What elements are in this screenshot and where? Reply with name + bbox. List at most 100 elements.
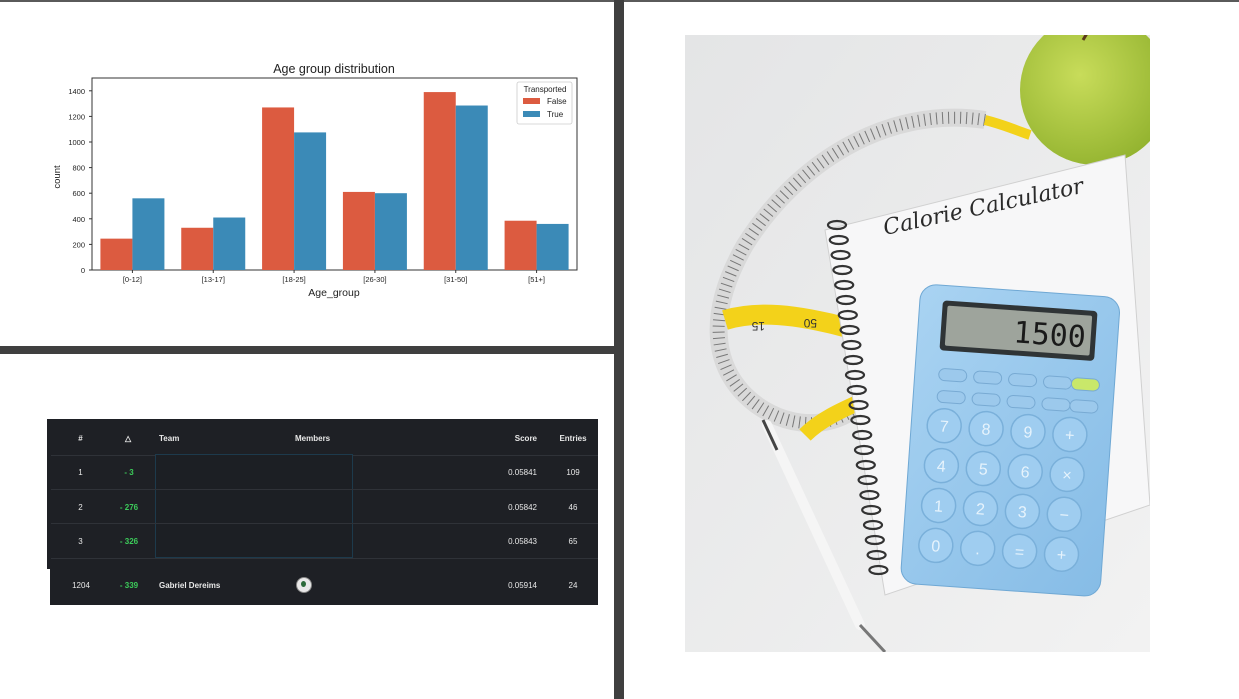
- header-score: Score: [514, 434, 537, 443]
- tape-mark-50: 50: [803, 316, 817, 330]
- calculator-key-label: 3: [1017, 504, 1027, 522]
- calculator-key-label: 1: [933, 498, 943, 516]
- calculator-key-label: 2: [975, 501, 985, 519]
- y-tick-label: 1400: [68, 87, 85, 96]
- function-key: [971, 392, 1001, 407]
- row-score: 0.05843: [508, 537, 537, 546]
- tape-mark-15: 15: [751, 319, 765, 333]
- bar-true-4: [455, 105, 488, 271]
- chart-panel: Age group distribution 0 200 400 600 800 1000…: [0, 2, 614, 346]
- x-axis-label: Age_group: [308, 287, 360, 299]
- x-tick-label: [31-50]: [444, 275, 467, 284]
- bar-true-0: [132, 198, 165, 270]
- photo-illustration: 15 50 Calorie Calculator 1500 7 8 9 +4 5 6 ×1 2…: [685, 15, 1170, 654]
- bar-true-2: [294, 132, 327, 270]
- calculator: 1500 7 8 9 +4 5 6 ×1 2 3 −0. = +: [900, 284, 1120, 597]
- function-key: [1041, 397, 1071, 412]
- calculator-key-label: 9: [1023, 424, 1033, 442]
- bar-false-1: [181, 227, 214, 270]
- function-key: [973, 370, 1003, 385]
- calculator-key-label: 7: [939, 418, 949, 436]
- bar-true-3: [374, 193, 407, 270]
- row-rank: 2: [78, 503, 83, 512]
- row-score: 0.05842: [508, 503, 537, 512]
- function-key: [1008, 373, 1038, 388]
- function-key: [1006, 394, 1036, 410]
- y-tick-label: 1200: [68, 112, 85, 121]
- user-team-name[interactable]: Gabriel Dereims: [159, 581, 220, 590]
- calculator-key-label: +: [1065, 427, 1076, 445]
- header-members: Members: [295, 434, 331, 443]
- bar-false-4: [423, 92, 456, 270]
- age-group-chart: Age group distribution 0 200 400 600 800 1000…: [52, 62, 578, 299]
- legend-label-true: True: [547, 110, 564, 119]
- row-score: 0.05841: [508, 468, 537, 477]
- display-value: 1500: [1012, 315, 1087, 355]
- x-tick-label: [26-30]: [363, 275, 386, 284]
- current-user-marker: [47, 569, 50, 605]
- row-divider: [51, 489, 598, 490]
- y-tick-label: 0: [81, 266, 85, 275]
- row-entries: 109: [566, 468, 580, 477]
- row-entries: 46: [568, 503, 578, 512]
- legend-swatch-false: [523, 98, 540, 104]
- header-entries: Entries: [559, 434, 587, 443]
- function-key: [936, 390, 966, 405]
- legend-title: Transported: [524, 85, 567, 94]
- row-divider: [51, 523, 598, 524]
- bar-false-2: [262, 107, 295, 270]
- header-rank: #: [78, 434, 83, 443]
- row-delta: - 326: [119, 537, 139, 546]
- y-tick-label: 200: [72, 240, 85, 249]
- calculator-key-label: =: [1014, 544, 1025, 562]
- user-delta: - 339: [119, 581, 139, 590]
- x-tick-label: [18-25]: [282, 275, 305, 284]
- row-delta: - 276: [119, 503, 139, 512]
- green-function-key: [1070, 377, 1100, 392]
- x-tick-label: [13-17]: [202, 275, 225, 284]
- y-axis-label: count: [52, 165, 63, 189]
- row-divider: [51, 558, 598, 559]
- team-members-redacted: [155, 454, 353, 558]
- y-tick-label: 800: [72, 164, 85, 173]
- plot-frame: [91, 77, 578, 271]
- calculator-key-label: 0: [931, 538, 941, 556]
- function-key: [938, 368, 968, 383]
- y-tick-label: 400: [72, 215, 85, 224]
- vertical-divider: [614, 0, 624, 699]
- bar-true-1: [213, 217, 246, 270]
- calculator-key-label: +: [1056, 547, 1067, 565]
- function-key: [1069, 399, 1099, 414]
- header-delta: △: [125, 434, 132, 443]
- bar-false-5: [504, 220, 537, 270]
- row-delta: - 3: [124, 468, 134, 477]
- calculator-key-label: ×: [1062, 467, 1073, 485]
- bar-false-3: [342, 191, 375, 270]
- y-tick-label: 600: [72, 189, 85, 198]
- leaderboard-table: # △ Team Members Score Entries 1 - 3 0.0…: [47, 419, 598, 605]
- user-rank: 1204: [72, 581, 90, 590]
- legend: Transported False True: [516, 81, 573, 125]
- row-rank: 1: [78, 468, 83, 477]
- calculator-key-label: 8: [981, 421, 991, 439]
- x-tick-label: [0-12]: [123, 275, 142, 284]
- user-avatar[interactable]: [296, 577, 312, 593]
- row-rank: 3: [78, 537, 83, 546]
- calculator-key-label: 6: [1020, 464, 1030, 482]
- bar-false-0: [100, 238, 133, 270]
- calculator-key-label: −: [1059, 507, 1070, 525]
- row-entries: 65: [568, 537, 578, 546]
- legend-swatch-true: [523, 111, 540, 117]
- chart-title: Age group distribution: [273, 62, 395, 76]
- calculator-key-label: 4: [936, 458, 946, 476]
- bar-true-5: [536, 223, 569, 270]
- user-score: 0.05914: [508, 581, 537, 590]
- header-team: Team: [159, 434, 180, 443]
- calculator-key-label: 5: [978, 461, 988, 479]
- x-tick-label: [51+]: [528, 275, 545, 284]
- y-tick-label: 1000: [68, 138, 85, 147]
- legend-label-false: False: [547, 97, 567, 106]
- horizontal-divider: [0, 346, 614, 354]
- user-entries: 24: [568, 581, 578, 590]
- function-key: [1043, 375, 1072, 390]
